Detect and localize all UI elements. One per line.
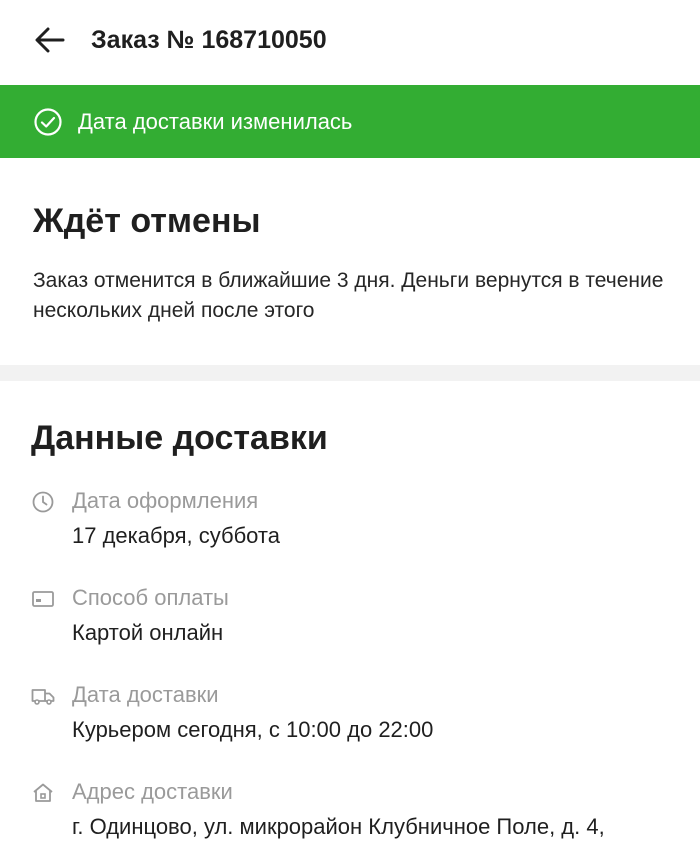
home-icon (31, 781, 55, 805)
delivery-date-value: Курьером сегодня, с 10:00 до 22:00 (72, 717, 434, 742)
truck-icon (31, 684, 55, 708)
card-icon (31, 587, 55, 611)
status-description: Заказ отменится в ближайшие 3 дня. Деньг… (33, 269, 664, 322)
order-page: Заказ № 168710050 Дата доставки изменила… (0, 0, 700, 844)
notification-banner: Дата доставки изменилась (0, 85, 700, 158)
payment-method-value: Картой онлайн (72, 620, 224, 645)
delivery-address-value: г. Одинцово, ул. микрорайон Клубничное П… (72, 814, 605, 839)
payment-method-row: Способ оплаты Картой онлайн (0, 583, 700, 663)
delivery-address-label: Адрес доставки (72, 779, 233, 804)
arrow-left-icon (35, 27, 65, 53)
back-button[interactable] (26, 18, 74, 62)
page-title: Заказ № 168710050 (91, 26, 327, 54)
check-circle-icon (33, 107, 63, 137)
order-date-value: 17 декабря, суббота (72, 523, 280, 548)
clock-icon (31, 490, 55, 514)
delivery-date-row: Дата доставки Курьером сегодня, с 10:00 … (0, 680, 700, 760)
section-divider (0, 365, 700, 381)
payment-method-label: Способ оплаты (72, 585, 229, 610)
top-app-bar: Заказ № 168710050 (0, 0, 700, 84)
delivery-date-label: Дата доставки (72, 682, 219, 707)
order-date-row: Дата оформления 17 декабря, суббота (0, 486, 700, 566)
delivery-section-title: Данные доставки (31, 419, 328, 457)
order-date-label: Дата оформления (72, 488, 259, 513)
banner-text: Дата доставки изменилась (78, 109, 353, 134)
delivery-address-row: Адрес доставки г. Одинцово, ул. микрорай… (0, 777, 700, 844)
status-title: Ждёт отмены (33, 202, 261, 240)
